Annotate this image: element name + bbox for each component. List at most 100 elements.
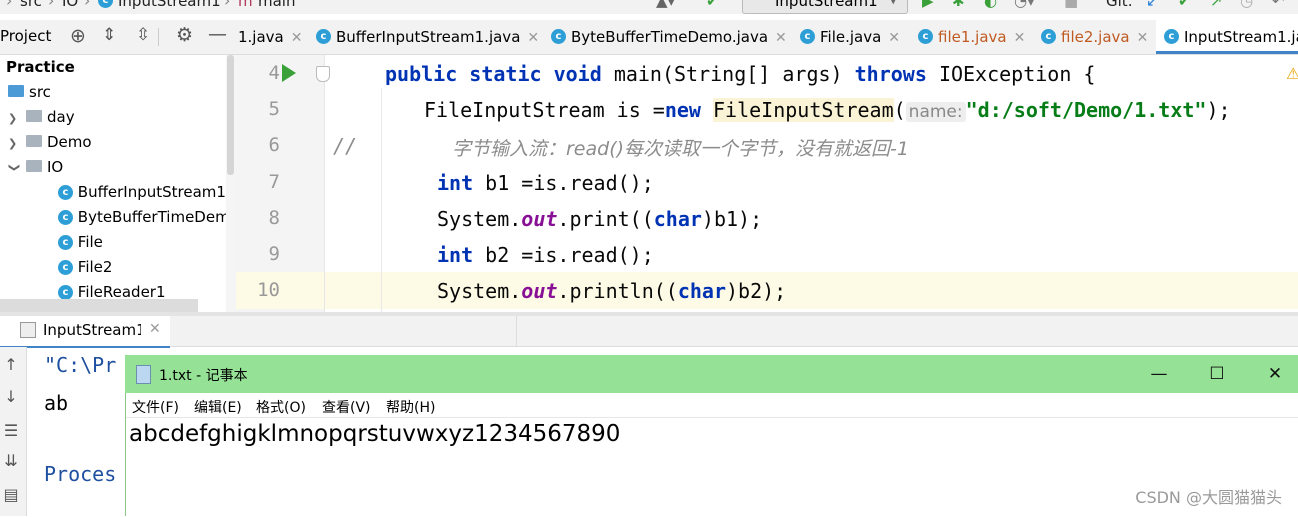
class-icon: c xyxy=(316,29,331,44)
menu-file[interactable]: 文件(F) xyxy=(132,397,179,417)
user-icon[interactable]: ▲▾ xyxy=(656,0,675,10)
class-icon: c xyxy=(58,185,73,200)
notepad-text-area[interactable]: abcdefghigklmnopqrstuvwxyz1234567890 xyxy=(126,417,1298,517)
build-hammer-icon[interactable]: ✔ xyxy=(706,0,719,10)
tree-folder-demo[interactable]: ❯ Demo xyxy=(8,130,92,154)
breadcrumb-src[interactable]: src xyxy=(20,0,42,10)
indent-guide xyxy=(381,88,382,312)
history-icon[interactable]: ◷ xyxy=(1240,0,1253,10)
line-number: 6 xyxy=(268,134,280,156)
menu-edit[interactable]: 编辑(E) xyxy=(194,397,242,417)
tab-inputstream1[interactable]: c InputStream1.java xyxy=(1156,20,1298,54)
hide-icon[interactable]: — xyxy=(208,23,227,45)
menu-view[interactable]: 查看(V) xyxy=(322,397,371,417)
git-update-icon[interactable]: ↙ xyxy=(1146,0,1159,10)
line-number: 9 xyxy=(268,243,280,265)
tree-file-file2[interactable]: c File2 xyxy=(58,255,112,279)
package-icon xyxy=(26,160,42,172)
breadcrumb-inputstream1[interactable]: InputStream1 xyxy=(118,0,221,10)
breadcrumb-separator: › xyxy=(6,0,13,10)
class-icon: c xyxy=(918,29,933,44)
run-gutter-icon[interactable] xyxy=(282,64,296,82)
breadcrumb-io[interactable]: IO xyxy=(62,0,78,10)
close-icon[interactable]: ✕ xyxy=(1014,30,1026,46)
notepad-menu-bar: 文件(F) 编辑(E) 格式(O) 查看(V) 帮助(H) xyxy=(126,393,1298,417)
tree-folder-day[interactable]: ❯ day xyxy=(8,105,75,129)
code-line-6-comment: 字节输入流：read()每次读取一个字节，没有就返回-1 xyxy=(452,138,909,160)
tree-root-practice[interactable]: Practice xyxy=(6,55,75,79)
notepad-title-bar[interactable]: 1.txt - 记事本 — ☐ ✕ xyxy=(125,355,1298,393)
class-icon: c xyxy=(58,235,73,250)
tree-label: day xyxy=(47,108,75,126)
toolbar-divider xyxy=(158,28,159,46)
menu-format[interactable]: 格式(O) xyxy=(256,397,306,417)
code-line-10: System.out.println((char)b2); xyxy=(437,279,786,303)
close-icon[interactable]: ✕ xyxy=(1137,30,1149,46)
breadcrumb-main[interactable]: main xyxy=(258,0,295,10)
run-config-selector[interactable]: InputStream1 ▼ xyxy=(742,0,908,14)
run-tab-bar: InputStream1 ✕ xyxy=(0,316,1298,348)
notepad-icon xyxy=(136,365,151,384)
warning-icon[interactable]: ⚠ xyxy=(1286,64,1298,83)
soft-wrap-icon[interactable]: ☰ xyxy=(0,421,22,440)
run-icon[interactable]: ▶ xyxy=(922,0,934,10)
code-text: b2 =is.read(); xyxy=(473,243,654,267)
tab-file2[interactable]: c file2.java ✕ xyxy=(1041,20,1148,54)
keyword: int xyxy=(437,171,474,195)
scroll-to-end-icon[interactable]: ⇊ xyxy=(0,451,22,470)
close-icon[interactable]: ✕ xyxy=(291,30,303,46)
expand-all-icon[interactable]: ⇕ xyxy=(102,25,116,45)
maximize-button[interactable]: ☐ xyxy=(1188,355,1246,393)
arrow-down-icon[interactable]: ↓ xyxy=(0,387,22,406)
chevron-right-icon[interactable]: ❯ xyxy=(8,107,20,131)
close-icon[interactable]: ✕ xyxy=(527,30,539,46)
line-number: 4 xyxy=(268,62,280,84)
close-button[interactable]: ✕ xyxy=(1246,355,1298,393)
line-number: 7 xyxy=(268,171,280,193)
notepad-title: 1.txt - 记事本 xyxy=(159,368,248,384)
chevron-down-icon[interactable]: ❯ xyxy=(2,163,26,175)
tree-folder-io[interactable]: ❯ IO xyxy=(8,155,63,179)
tree-file-bufferinputstream1[interactable]: c BufferInputStream1 xyxy=(58,180,226,204)
close-icon[interactable]: ✕ xyxy=(775,30,787,46)
tab-bytebuffertimedemo[interactable]: c ByteBufferTimeDemo.java ✕ xyxy=(551,20,787,54)
watermark: CSDN @大圆猫猫头 xyxy=(1135,488,1282,507)
code-line-8: System.out.print((char)b1); xyxy=(437,207,762,231)
tab-file[interactable]: c File.java ✕ xyxy=(800,20,900,54)
keyword: void xyxy=(553,62,602,86)
scrollbar-thumb[interactable] xyxy=(227,55,234,175)
tab-file1[interactable]: c file1.java ✕ xyxy=(918,20,1025,54)
arrow-up-icon[interactable]: ↑ xyxy=(0,355,22,374)
tree-label: File xyxy=(77,233,103,251)
tab-1-java[interactable]: 1.java ✕ xyxy=(238,20,302,54)
package-icon xyxy=(26,135,42,147)
collapse-all-icon[interactable]: ⇳ xyxy=(136,25,150,45)
tab-bufferinputstream1[interactable]: c BufferInputStream1.java ✕ xyxy=(316,20,539,54)
coverage-icon[interactable]: ◐ xyxy=(984,0,997,10)
run-side-toolbar: ↑ ↓ ☰ ⇊ ▤ xyxy=(0,347,27,516)
tree-file-file[interactable]: c File xyxy=(58,230,103,254)
minimize-button[interactable]: — xyxy=(1130,355,1188,393)
project-tool-title[interactable]: Project xyxy=(0,27,51,45)
class-icon: c xyxy=(1164,29,1179,44)
close-icon[interactable]: ✕ xyxy=(888,30,900,46)
profile-icon[interactable]: ◔▾ xyxy=(1014,0,1035,10)
stop-icon[interactable]: ■ xyxy=(1064,0,1078,10)
keyword: int xyxy=(437,243,474,267)
chevron-right-icon[interactable]: ❯ xyxy=(8,132,20,156)
print-icon[interactable]: ▤ xyxy=(0,485,22,504)
locate-icon[interactable]: ⊕ xyxy=(70,25,86,47)
rollback-icon[interactable]: ↶ xyxy=(1272,0,1285,10)
menu-help[interactable]: 帮助(H) xyxy=(386,397,435,417)
close-icon[interactable]: ✕ xyxy=(149,321,161,337)
tab-bar-divider xyxy=(516,316,517,346)
tree-file-bytebuffertimedemo[interactable]: c ByteBufferTimeDemo xyxy=(58,205,226,229)
tree-folder-src[interactable]: src xyxy=(8,80,51,104)
debug-icon[interactable]: ✱ xyxy=(952,0,965,10)
gear-icon[interactable]: ⚙ xyxy=(176,24,193,46)
run-tab[interactable]: InputStream1 ✕ xyxy=(0,316,170,348)
fold-icon[interactable] xyxy=(316,66,330,82)
git-push-icon[interactable]: ↗ xyxy=(1210,0,1223,10)
horizontal-scrollbar[interactable] xyxy=(0,299,198,312)
git-commit-icon[interactable]: ✔ xyxy=(1178,0,1191,10)
